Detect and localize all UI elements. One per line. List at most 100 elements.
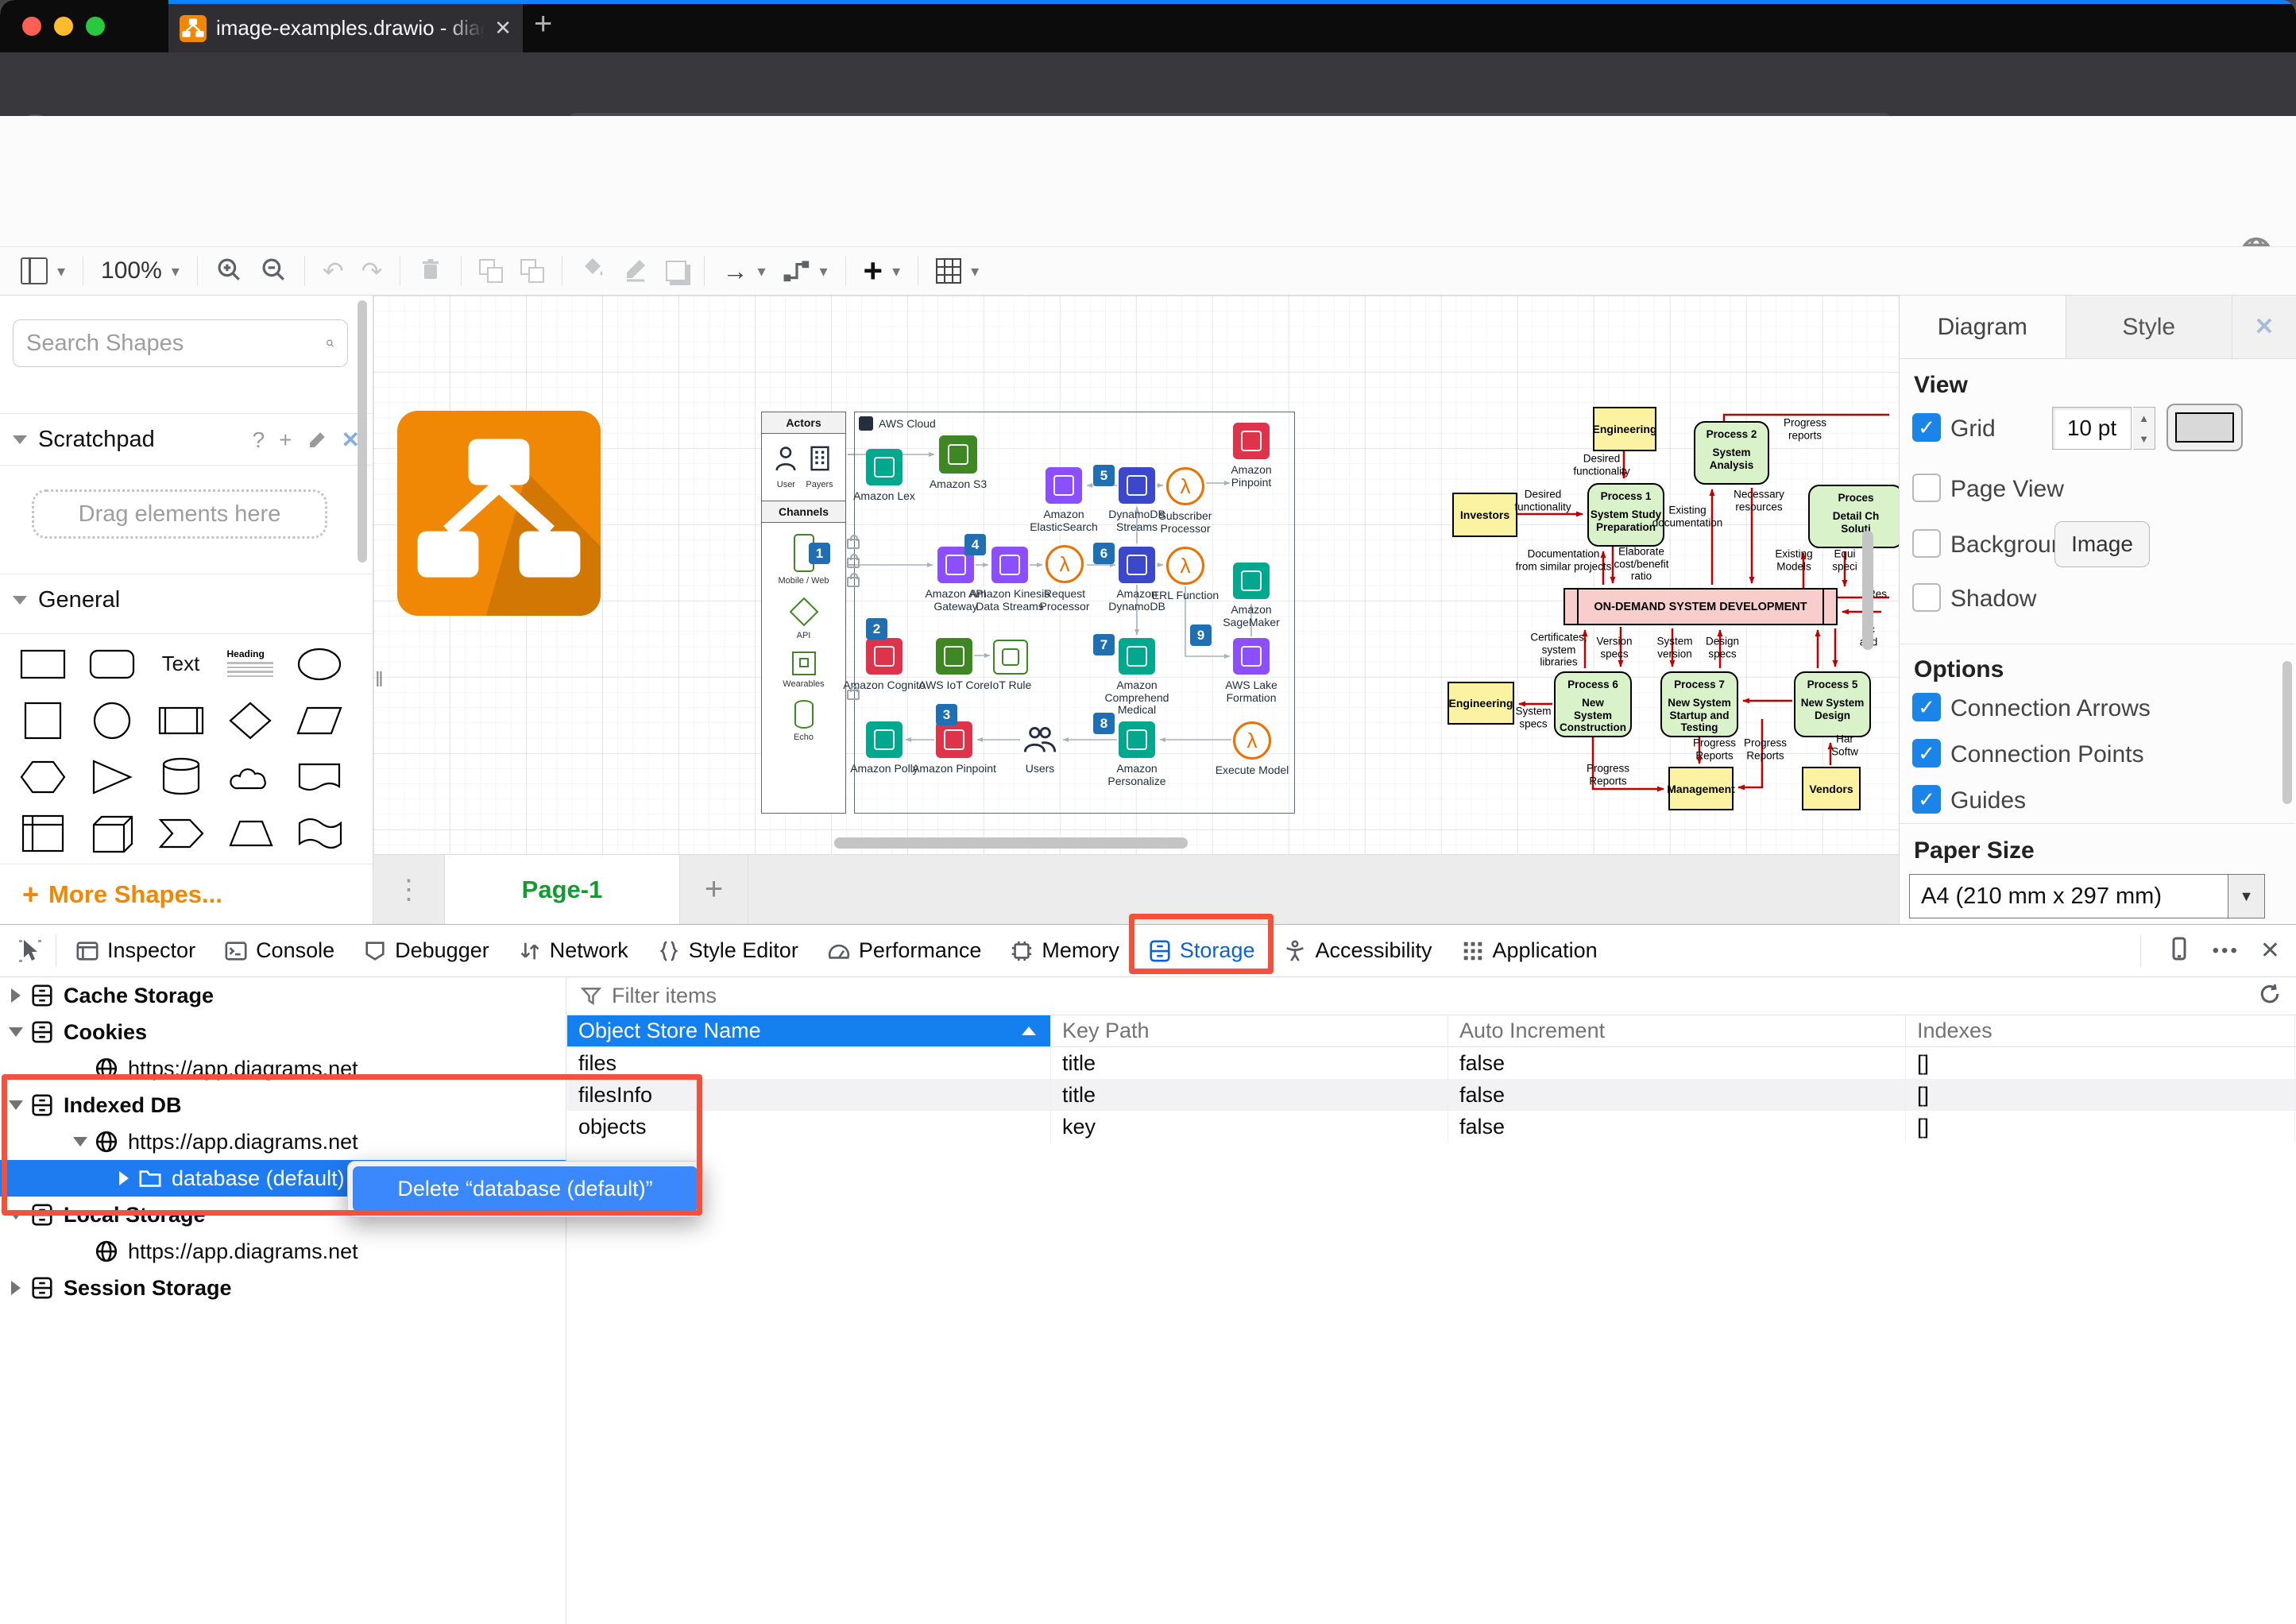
flowchart-entity-engineering[interactable]: Engineering: [1593, 407, 1656, 451]
zoom-in-button[interactable]: [215, 256, 242, 287]
shape-tape[interactable]: [296, 814, 343, 853]
zoom-out-button[interactable]: [260, 256, 287, 287]
shape-ellipse[interactable]: [296, 644, 343, 684]
storage-tree-cookies[interactable]: Cookies: [0, 1014, 566, 1050]
devtools-tab-storage[interactable]: Storage: [1134, 925, 1270, 976]
shape-rectangle[interactable]: [19, 644, 67, 684]
shadow-checkbox[interactable]: [1912, 583, 1941, 612]
format-panel-scrollbar[interactable]: [2282, 661, 2292, 804]
context-menu-delete-item[interactable]: Delete “database (default)”: [353, 1166, 698, 1212]
table-row-files[interactable]: files title false[]: [567, 1047, 2296, 1079]
shape-internal-storage[interactable]: [19, 814, 67, 853]
flowchart-process-process-6[interactable]: Process 6 New System Construction: [1554, 671, 1632, 737]
devtools-tab-network[interactable]: Network: [504, 925, 643, 976]
paper-size-select[interactable]: A4 (210 mm x 297 mm) ▼: [1909, 874, 2265, 918]
search-shapes-input[interactable]: [26, 330, 326, 357]
twisty-icon[interactable]: [11, 988, 21, 1003]
element-picker-icon[interactable]: [0, 938, 56, 964]
aws-node-amazon-dynamodb[interactable]: [1119, 547, 1155, 583]
devtools-tab-accessibility[interactable]: Accessibility: [1269, 925, 1446, 976]
fill-color-button[interactable]: [580, 257, 605, 286]
column-header-auto-increment[interactable]: Auto Increment: [1448, 1015, 1906, 1046]
page-tab[interactable]: Page-1: [445, 855, 680, 924]
shape-rounded-rectangle[interactable]: [88, 644, 136, 684]
column-header-object-store-name[interactable]: Object Store Name: [567, 1015, 1051, 1046]
undo-button[interactable]: ↶: [323, 256, 344, 286]
connection-points-checkbox[interactable]: ✓: [1912, 739, 1941, 768]
grid-color-button[interactable]: [2167, 404, 2243, 451]
twisty-icon[interactable]: [9, 1100, 23, 1110]
view-panels-button[interactable]: [21, 257, 48, 284]
devtools-tab-inspector[interactable]: Inspector: [61, 925, 210, 976]
tab-diagram[interactable]: Diagram: [1900, 296, 2066, 358]
aws-node-amazon-comprehend-medical[interactable]: [1119, 638, 1155, 675]
canvas-vertical-scrollbar[interactable]: [1862, 531, 1873, 650]
aws-node-amazon-polly[interactable]: [866, 721, 903, 758]
collapse-general-icon[interactable]: [13, 596, 27, 605]
storage-tree-https-app-diagrams-net[interactable]: https://app.diagrams.net: [0, 1050, 566, 1087]
column-header-indexes[interactable]: Indexes: [1906, 1015, 2295, 1046]
shape-triangle[interactable]: [88, 757, 136, 797]
shape-cube[interactable]: [88, 814, 136, 853]
shape-process[interactable]: [157, 701, 205, 740]
aws-node-request-processor[interactable]: λ: [1046, 545, 1084, 583]
canvas-horizontal-scrollbar[interactable]: [834, 837, 1188, 849]
grid-checkbox[interactable]: ✓: [1912, 413, 1941, 442]
storage-tree-session-storage[interactable]: Session Storage: [0, 1270, 566, 1306]
drawio-logo-shape[interactable]: [397, 411, 601, 616]
flowchart-process-process-7[interactable]: Process 7 New System Startup and Testing: [1660, 671, 1738, 737]
devtools-tab-style-editor[interactable]: Style Editor: [643, 925, 813, 976]
devtools-tab-console[interactable]: Console: [210, 925, 349, 976]
shadow-button[interactable]: [666, 261, 687, 281]
aws-node-amazon-personalize[interactable]: [1119, 721, 1155, 758]
add-page-button[interactable]: +: [680, 855, 748, 924]
shape-document[interactable]: [296, 757, 343, 797]
actors-channels-panel[interactable]: Actors User Payers Channels Mobile / Web A…: [761, 412, 846, 814]
channel-mobile-web[interactable]: Mobile / Web: [762, 534, 845, 586]
line-color-button[interactable]: [623, 257, 648, 286]
column-header-key-path[interactable]: Key Path: [1051, 1015, 1448, 1046]
shape-step[interactable]: [157, 814, 205, 853]
new-tab-button[interactable]: +: [534, 6, 552, 42]
shape-cloud[interactable]: [226, 757, 274, 797]
responsive-design-icon[interactable]: [2167, 936, 2192, 965]
search-shapes-box[interactable]: [13, 319, 348, 367]
devtools-tab-memory[interactable]: Memory: [995, 925, 1134, 976]
sidebar-scrollbar[interactable]: [358, 300, 367, 563]
filter-items-input[interactable]: [612, 984, 2248, 1008]
aws-node-dynamodb-streams[interactable]: [1119, 467, 1155, 504]
scratchpad-edit-icon[interactable]: [307, 430, 327, 450]
tab-close-icon[interactable]: ✕: [494, 16, 512, 41]
flowchart-entity-investors[interactable]: Investors: [1452, 493, 1517, 537]
guides-checkbox[interactable]: ✓: [1912, 785, 1941, 814]
more-shapes-button[interactable]: + More Shapes...: [0, 864, 373, 924]
grid-size-input[interactable]: 10 pt: [2052, 407, 2132, 450]
channel-api[interactable]: API: [762, 597, 845, 640]
search-icon[interactable]: [326, 331, 334, 355]
to-front-button[interactable]: [479, 259, 504, 283]
shape-trapezoid[interactable]: [226, 814, 274, 853]
aws-node-amazon-s3[interactable]: [939, 435, 977, 474]
aws-node-amazon-lex[interactable]: [866, 449, 903, 485]
shape-square[interactable]: [19, 701, 67, 740]
zoom-level-button[interactable]: 100%: [101, 257, 162, 284]
minimize-window-button[interactable]: [54, 17, 73, 36]
storage-tree-cache-storage[interactable]: Cache Storage: [0, 977, 566, 1014]
browser-tab[interactable]: image-examples.drawio - diagra ✕: [168, 4, 523, 52]
shape-heading[interactable]: Heading: [226, 644, 274, 684]
aws-node-amazon-pinpoint[interactable]: [936, 721, 972, 758]
background-image-button[interactable]: Image: [2054, 521, 2150, 567]
table-button[interactable]: [936, 258, 962, 284]
devtools-tab-debugger[interactable]: Debugger: [349, 925, 504, 976]
zoom-window-button[interactable]: [86, 17, 105, 36]
storage-tree-https-app-diagrams-net[interactable]: https://app.diagrams.net: [0, 1123, 566, 1160]
channel-echo[interactable]: Echo: [762, 700, 845, 742]
devtools-tab-application[interactable]: Application: [1447, 925, 1612, 976]
aws-node-amazon-cognito[interactable]: [866, 638, 903, 675]
waypoint-style-button[interactable]: [783, 256, 810, 287]
shape-circle[interactable]: [88, 701, 136, 740]
shape-text[interactable]: Text: [157, 644, 205, 684]
devtools-tab-performance[interactable]: Performance: [813, 925, 996, 976]
flowchart-entity-engineering[interactable]: Engineering: [1448, 682, 1514, 725]
connection-style-button[interactable]: →: [722, 257, 748, 286]
